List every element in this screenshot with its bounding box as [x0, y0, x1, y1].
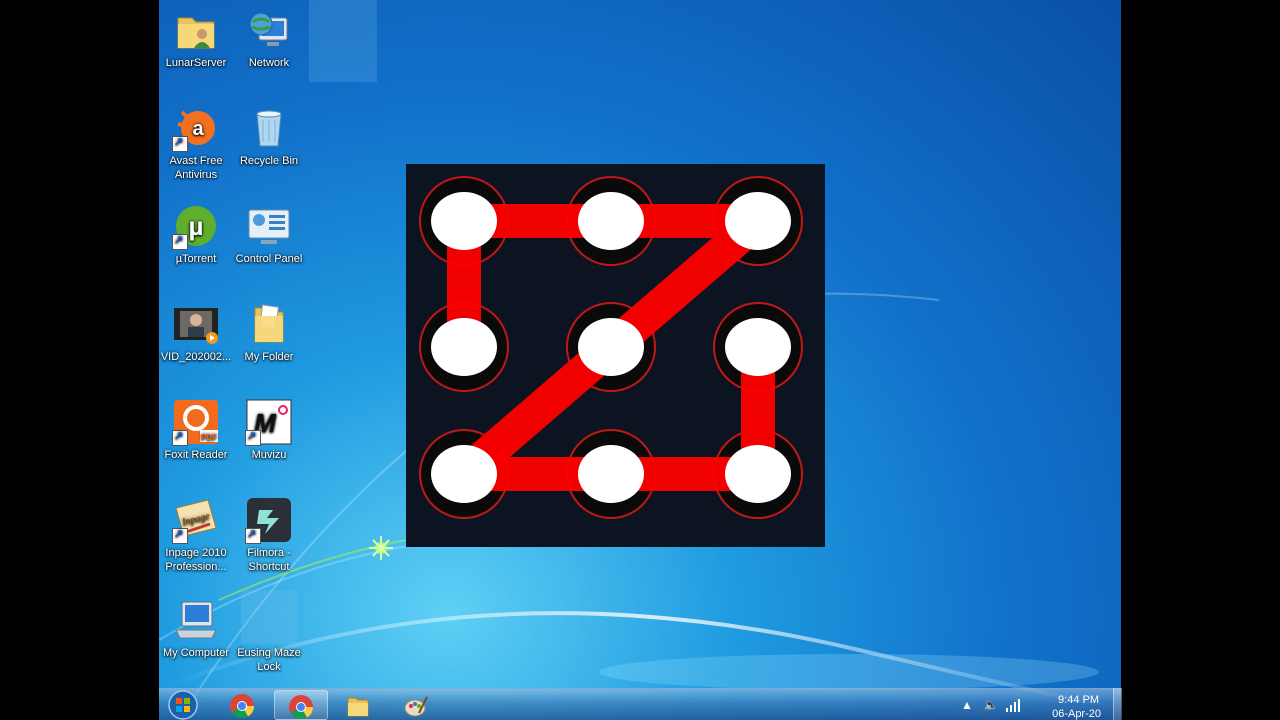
- maze-lock-icon: [241, 590, 297, 644]
- clock-date[interactable]: 06-Apr-20: [1052, 708, 1101, 720]
- system-tray: ▲ 🔈 9:44 PM 06-Apr-20: [961, 689, 1121, 720]
- paint-icon: [404, 696, 428, 717]
- desktop-icon-label: Eusing Maze Lock: [237, 647, 301, 673]
- taskbar: ▲ 🔈 9:44 PM 06-Apr-20: [159, 688, 1121, 720]
- taskbar-paint-button[interactable]: [390, 690, 444, 720]
- chrome-icon: [289, 695, 313, 720]
- video-file-icon: [172, 300, 220, 348]
- pattern-lock-image: [406, 164, 825, 547]
- desktop-icon-lunarserver[interactable]: LunarServer: [159, 6, 234, 70]
- utorrent-icon: µ: [172, 202, 220, 250]
- recycle-bin-icon: [245, 104, 293, 152]
- desktop-icon-filmora[interactable]: Filmora - Shortcut: [231, 496, 307, 574]
- chrome-icon: [230, 694, 254, 719]
- computer-icon: [172, 596, 220, 644]
- inpage-icon: Inpage: [172, 496, 220, 544]
- desktop-icon-label: Recycle Bin: [239, 155, 299, 167]
- desktop-icon-label: Filmora - Shortcut: [247, 547, 291, 573]
- svg-text:a: a: [192, 118, 204, 140]
- shortcut-arrow-icon: [172, 527, 188, 544]
- desktop-icon-foxit-reader[interactable]: PDF Foxit Reader: [159, 398, 234, 462]
- desktop-icon-control-panel[interactable]: Control Panel: [231, 202, 307, 266]
- speaker-icon[interactable]: 🔈: [983, 697, 999, 713]
- muvizu-icon: M: [245, 398, 293, 446]
- desktop-icon-label: VID_202002...: [160, 351, 232, 363]
- control-panel-icon: [245, 202, 293, 250]
- desktop-icon-video-file[interactable]: VID_202002...: [159, 300, 234, 364]
- shortcut-arrow-icon: [172, 135, 188, 152]
- desktop-icon-inpage[interactable]: Inpage Inpage 2010 Profession...: [159, 496, 234, 574]
- taskbar-chrome-button[interactable]: [216, 690, 270, 720]
- desktop-icon-label: Avast Free Antivirus: [169, 155, 223, 181]
- desktop-icon-avast[interactable]: a Avast Free Antivirus: [159, 104, 234, 182]
- desktop-icon-label: My Computer: [162, 647, 230, 659]
- icon-selection-highlight: [309, 0, 377, 82]
- desktop-icon-network[interactable]: Network: [231, 6, 307, 70]
- desktop-icon-label: My Folder: [244, 351, 294, 363]
- user-folder-icon: [172, 6, 220, 54]
- desktop-icon-my-folder[interactable]: My Folder: [231, 300, 307, 364]
- folder-icon: [245, 300, 293, 348]
- shortcut-arrow-icon: [172, 233, 188, 250]
- taskbar-file-explorer-button[interactable]: [332, 690, 386, 720]
- show-desktop-button[interactable]: [1113, 688, 1122, 720]
- desktop-icon-my-computer[interactable]: My Computer: [159, 596, 234, 660]
- desktop-icon-label: LunarServer: [165, 57, 227, 69]
- show-hidden-icons-arrow[interactable]: ▲: [959, 697, 975, 713]
- desktop-icon-muvizu[interactable]: M Muvizu: [231, 398, 307, 462]
- clock-time[interactable]: 9:44 PM: [1058, 694, 1099, 706]
- filmora-icon: [245, 496, 293, 544]
- desktop: LunarServer Network a Avast Free Antivir…: [159, 0, 1121, 720]
- foxit-pdf-icon: PDF: [172, 398, 220, 446]
- desktop-icon-label: Inpage 2010 Profession...: [165, 547, 227, 573]
- taskbar-chrome-button-active[interactable]: [274, 690, 328, 720]
- desktop-icon-label: Foxit Reader: [164, 449, 228, 461]
- desktop-icon-utorrent[interactable]: µ µTorrent: [159, 202, 234, 266]
- windows-start-orb-icon[interactable]: [165, 689, 201, 720]
- file-explorer-icon: [347, 697, 369, 717]
- desktop-icon-recycle-bin[interactable]: Recycle Bin: [231, 104, 307, 168]
- svg-text:µ: µ: [189, 211, 204, 241]
- network-signal-icon[interactable]: [1005, 697, 1021, 713]
- shortcut-arrow-icon: [172, 429, 188, 446]
- desktop-icon-label: Control Panel: [235, 253, 303, 265]
- desktop-icon-eusing-maze-lock[interactable]: Eusing Maze Lock: [231, 590, 307, 674]
- desktop-icon-label: µTorrent: [175, 253, 217, 265]
- desktop-icon-label: Network: [248, 57, 290, 69]
- shortcut-arrow-icon: [245, 527, 261, 544]
- pattern-nodes: [431, 192, 791, 503]
- shortcut-arrow-icon: [245, 429, 261, 446]
- desktop-icon-label: Muvizu: [251, 449, 287, 461]
- network-globe-icon: [245, 6, 293, 54]
- svg-text:PDF: PDF: [201, 433, 217, 442]
- avast-icon: a: [172, 104, 220, 152]
